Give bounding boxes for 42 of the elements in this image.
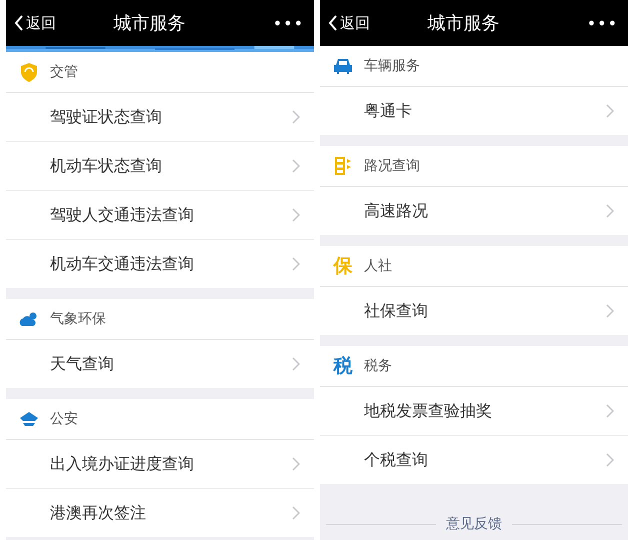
chevron-icon bbox=[292, 110, 300, 124]
back-button[interactable]: 返回 bbox=[14, 14, 56, 32]
chevron-icon bbox=[292, 257, 300, 271]
chevron-icon bbox=[292, 357, 300, 371]
section-title: 交管 bbox=[50, 63, 78, 81]
chevron-icon bbox=[606, 304, 614, 318]
list-item[interactable]: 港澳再次签注 bbox=[6, 489, 314, 537]
back-button[interactable]: 返回 bbox=[328, 14, 370, 32]
glyph-icon: 税 bbox=[332, 355, 354, 377]
list-item[interactable]: 高速路况 bbox=[320, 187, 628, 235]
back-chevron-icon bbox=[14, 14, 24, 32]
list-item[interactable]: 社保查询 bbox=[320, 287, 628, 335]
back-chevron-icon bbox=[328, 14, 338, 32]
list-item[interactable]: 天气查询 bbox=[6, 340, 314, 388]
list-item[interactable]: 地税发票查验抽奖 bbox=[320, 387, 628, 436]
section-title: 税务 bbox=[364, 357, 392, 375]
page-title: 城市服务 bbox=[426, 12, 500, 35]
glyph-icon: 保 bbox=[332, 255, 354, 277]
feedback-link[interactable]: 意见反馈 bbox=[446, 515, 502, 533]
more-button[interactable]: ••• bbox=[586, 14, 618, 32]
section-title: 气象环保 bbox=[50, 310, 106, 328]
list-item[interactable]: 机动车状态查询 bbox=[6, 142, 314, 191]
chevron-icon bbox=[606, 453, 614, 467]
list-item[interactable]: 出入境办证进度查询 bbox=[6, 440, 314, 489]
section-title: 人社 bbox=[364, 257, 392, 275]
page-title: 城市服务 bbox=[112, 12, 186, 35]
section-title: 公安 bbox=[50, 410, 78, 428]
section-title: 车辆服务 bbox=[364, 57, 420, 75]
chevron-icon bbox=[606, 404, 614, 418]
chevron-icon bbox=[292, 506, 300, 520]
chevron-icon bbox=[606, 104, 614, 118]
chevron-icon bbox=[292, 457, 300, 471]
list-item[interactable]: 个税查询 bbox=[320, 436, 628, 484]
list-item[interactable]: 驾驶证状态查询 bbox=[6, 93, 314, 142]
chevron-icon bbox=[292, 159, 300, 173]
list-item[interactable]: 机动车交通违法查询 bbox=[6, 240, 314, 288]
section-title: 路况查询 bbox=[364, 157, 420, 175]
chevron-icon bbox=[606, 204, 614, 218]
more-button[interactable]: ••• bbox=[272, 14, 304, 32]
list-item[interactable]: 粤通卡 bbox=[320, 87, 628, 135]
chevron-icon bbox=[292, 208, 300, 222]
list-item[interactable]: 驾驶人交通违法查询 bbox=[6, 191, 314, 240]
